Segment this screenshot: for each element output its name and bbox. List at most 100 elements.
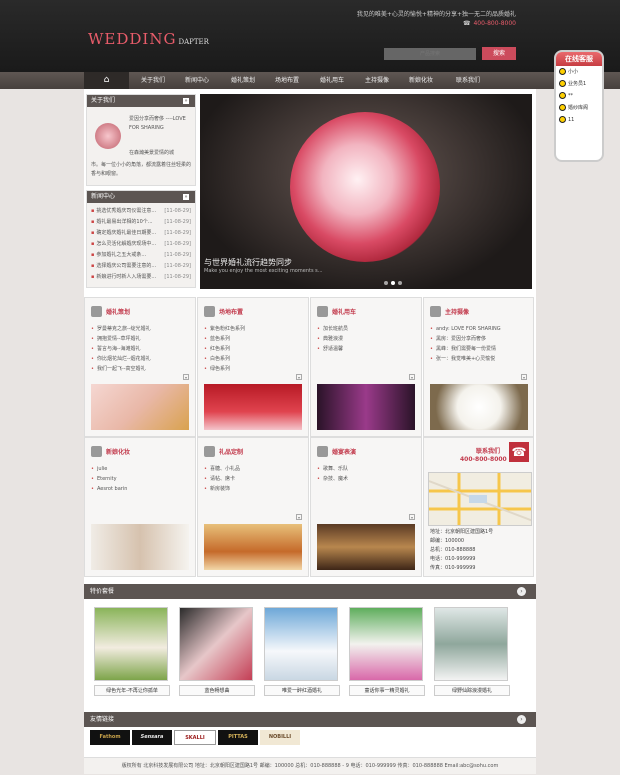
list-item[interactable]: 典雅浪漫 xyxy=(317,334,348,344)
nav-item-makeup[interactable]: 新娘化妆 xyxy=(400,72,442,89)
slider-dots[interactable] xyxy=(384,280,405,287)
list-item[interactable]: 加长班航员 xyxy=(317,324,348,334)
special-item[interactable]: 唯爱一醉红酒婚礼 xyxy=(264,607,340,696)
qq-icon xyxy=(559,104,566,111)
category-title[interactable]: 场地布置 xyxy=(219,309,243,316)
list-item[interactable]: 喜糖、小礼品 xyxy=(204,464,240,474)
qq-icon xyxy=(559,68,566,75)
nav-item-contact[interactable]: 联系我们 xyxy=(446,72,490,89)
qq-contact[interactable]: 小小 xyxy=(556,66,602,78)
category-title[interactable]: 礼品定制 xyxy=(219,449,243,456)
online-service-panel: 在线客服 小小 业务员1 ** 婚纱库阁 11 xyxy=(554,50,604,162)
about-text-mid: 在森瀚美景爱情的城 xyxy=(129,150,175,156)
logo[interactable]: WEDDING DAPTER xyxy=(88,30,209,48)
list-item[interactable]: 罗曼蒂克之旅--绽光婚礼 xyxy=(91,324,151,334)
qq-icon xyxy=(559,116,566,123)
more-icon[interactable]: › xyxy=(517,587,526,596)
special-item[interactable]: 童话你事一精灵婚礼 xyxy=(349,607,425,696)
search-input[interactable] xyxy=(384,48,476,60)
home-icon[interactable]: ⌂ xyxy=(84,72,129,89)
nav-item-cars[interactable]: 婚礼用车 xyxy=(311,72,353,89)
news-item[interactable]: ▪ 怎么灵活化解婚庆现场中... [11-08-29] xyxy=(91,239,191,250)
contact-info: 地址：北京朝阳区建国路1号 邮编：100000 总机：010-888888 电话… xyxy=(430,529,494,571)
list-item[interactable]: 新房装饰 xyxy=(204,484,240,494)
nav-item-news[interactable]: 新闻中心 xyxy=(176,72,218,89)
list-item[interactable]: 蓝色系列 xyxy=(204,334,245,344)
partner-link[interactable]: Sensara xyxy=(132,730,172,745)
nav-item-host[interactable]: 主持摄像 xyxy=(356,72,398,89)
more-icon[interactable]: › xyxy=(517,715,526,724)
slogan: 我见的唯美+心灵的愉悦+精神的分享+独一无二的品质婚礼 xyxy=(356,11,516,18)
more-icon[interactable]: » xyxy=(183,194,189,200)
list-item[interactable]: 黑峰：我们需要每一份爱情 xyxy=(430,344,501,354)
case-icon xyxy=(91,446,102,457)
list-item[interactable]: Eternity xyxy=(91,474,127,484)
list-item[interactable]: 歌舞、乐队 xyxy=(317,464,348,474)
planning-icon xyxy=(91,306,102,317)
hero-banner[interactable]: 与世界婚礼流行趋势同步 Make you enjoy the most exci… xyxy=(200,94,532,289)
gifts-image xyxy=(204,524,302,570)
list-item[interactable]: julie xyxy=(91,464,127,474)
nav-item-planning[interactable]: 婚礼策划 xyxy=(222,72,264,89)
qq-contact[interactable]: ** xyxy=(556,90,602,102)
news-item[interactable]: ▪ 挑选优秀婚庆司仪需注意... [11-08-29] xyxy=(91,206,191,217)
list-item[interactable]: 你比烟花灿烂--烟花婚礼 xyxy=(91,354,151,364)
phone-icon: ☎ xyxy=(509,442,529,462)
list-item[interactable]: 白色系列 xyxy=(204,354,245,364)
qq-contact[interactable]: 业务员1 xyxy=(556,78,602,90)
list-item[interactable]: Aesrot barin xyxy=(91,484,127,494)
category-title[interactable]: 主持摄像 xyxy=(445,309,469,316)
news-item[interactable]: ▪ 确定婚庆婚礼最佳日期要... [11-08-29] xyxy=(91,228,191,239)
list-item[interactable]: 紫色粉红色系列 xyxy=(204,324,245,334)
category-makeup: 新娘化妆 julie Eternity Aesrot barin xyxy=(84,437,196,577)
list-item[interactable]: 誓言与海--海滩婚礼 xyxy=(91,344,151,354)
category-title[interactable]: 婚礼用车 xyxy=(332,309,356,316)
special-item[interactable]: 蓝色畅想曲 xyxy=(179,607,255,696)
list-item[interactable]: 我们一起飞--高空婚礼 xyxy=(91,364,151,374)
list-item[interactable]: 张一：我觉唯美+心灵愉悦 xyxy=(430,354,501,364)
qq-contact[interactable]: 11 xyxy=(556,114,602,126)
special-item[interactable]: 绿野仙踪浪漫婚礼 xyxy=(434,607,510,696)
special-label[interactable]: 蓝色畅想曲 xyxy=(179,685,255,696)
more-icon[interactable]: ▾ xyxy=(521,374,527,380)
news-item[interactable]: ▪ 婚礼最易出洋相的10个... [11-08-29] xyxy=(91,217,191,228)
special-label[interactable]: 绿色光年-不再让你孤单 xyxy=(94,685,170,696)
more-icon[interactable]: ▾ xyxy=(296,514,302,520)
news-item[interactable]: ▪ 新娘进行时新人入场需要... [11-08-29] xyxy=(91,272,191,283)
category-title[interactable]: 新娘化妆 xyxy=(106,449,130,456)
map-image[interactable] xyxy=(428,472,532,526)
nav-item-about[interactable]: 关于我们 xyxy=(134,72,172,89)
special-photo xyxy=(349,607,423,681)
news-item[interactable]: ▪ 选择婚庆公司需要注意的... [11-08-29] xyxy=(91,261,191,272)
list-item[interactable]: 黑房：爱因分享而奢侈 xyxy=(430,334,501,344)
list-item[interactable]: 杂技、魔术 xyxy=(317,474,348,484)
qq-contact[interactable]: 婚纱库阁 xyxy=(556,102,602,114)
list-item[interactable]: 拥抱爱情--草坪婚礼 xyxy=(91,334,151,344)
more-icon[interactable]: ▾ xyxy=(183,374,189,380)
nav-item-venue[interactable]: 场地布置 xyxy=(266,72,308,89)
more-icon[interactable]: ▾ xyxy=(409,374,415,380)
list-item[interactable]: andy: LOVE FOR SHARING xyxy=(430,324,501,334)
main-content: 关于我们» 爱因分享而奢侈 ----LOVE FOR SHARING 在森瀚美景… xyxy=(84,89,536,774)
special-label[interactable]: 童话你事一精灵婚礼 xyxy=(349,685,425,696)
partner-link[interactable]: Fathom xyxy=(90,730,130,745)
bride-image xyxy=(91,524,189,570)
list-item[interactable]: 请帖、席卡 xyxy=(204,474,240,484)
news-item[interactable]: ▪ 参加婚礼之五大戒条... [11-08-29] xyxy=(91,250,191,261)
more-icon[interactable]: ▾ xyxy=(409,514,415,520)
special-item[interactable]: 绿色光年-不再让你孤单 xyxy=(94,607,170,696)
search-button[interactable]: 搜索 xyxy=(482,47,516,60)
special-label[interactable]: 绿野仙踪浪漫婚礼 xyxy=(434,685,510,696)
category-title[interactable]: 婚宴表演 xyxy=(332,449,356,456)
contact-title[interactable]: 联系我们 xyxy=(476,446,500,455)
partner-link[interactable]: PITTAS xyxy=(218,730,258,745)
list-item[interactable]: 舒适温馨 xyxy=(317,344,348,354)
list-item[interactable]: 绿色系列 xyxy=(204,364,245,374)
partner-link[interactable]: SKALLI xyxy=(174,730,216,745)
more-icon[interactable]: » xyxy=(183,98,189,104)
list-item[interactable]: 红色系列 xyxy=(204,344,245,354)
partner-link[interactable]: NOBILLI xyxy=(260,730,300,745)
more-icon[interactable]: ▾ xyxy=(296,374,302,380)
category-title[interactable]: 婚礼策划 xyxy=(106,309,130,316)
special-label[interactable]: 唯爱一醉红酒婚礼 xyxy=(264,685,340,696)
